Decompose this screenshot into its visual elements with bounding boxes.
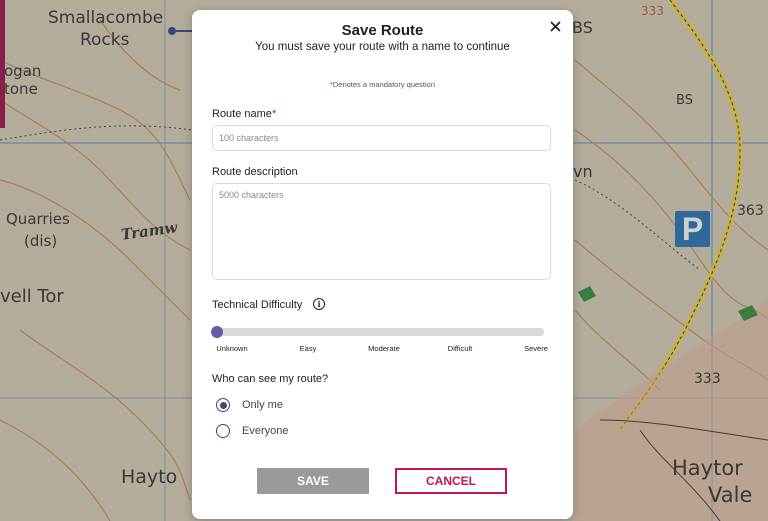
technical-difficulty-label: Technical Difficulty — [212, 299, 303, 311]
difficulty-level-easy[interactable]: Easy — [300, 344, 317, 353]
radio-only-me-button[interactable] — [216, 398, 230, 412]
radio-everyone-label: Everyone — [242, 425, 289, 437]
visibility-label: Who can see my route? — [212, 373, 329, 385]
mandatory-note: *Denotes a mandatory question — [192, 80, 573, 89]
save-route-dialog: Save Route You must save your route with… — [192, 10, 573, 519]
mandatory-note-text: Denotes a mandatory question — [332, 80, 436, 89]
radio-only-me-label: Only me — [242, 399, 283, 411]
difficulty-level-unknown[interactable]: Unknown — [216, 344, 247, 353]
route-name-label-text: Route name — [212, 108, 272, 120]
difficulty-level-difficult[interactable]: Difficult — [448, 344, 472, 353]
radio-everyone-button[interactable] — [216, 424, 230, 438]
required-mark: * — [271, 108, 277, 120]
difficulty-slider-thumb[interactable] — [211, 326, 223, 338]
difficulty-level-moderate[interactable]: Moderate — [368, 344, 400, 353]
save-button[interactable]: SAVE — [257, 468, 369, 494]
radio-selected-dot — [219, 401, 227, 409]
cancel-button[interactable]: CANCEL — [395, 468, 507, 494]
route-description-input[interactable] — [212, 183, 551, 280]
route-name-input[interactable] — [212, 125, 551, 151]
difficulty-level-severe[interactable]: Severe — [524, 344, 548, 353]
info-icon[interactable]: i — [313, 298, 325, 310]
dialog-subtitle: You must save your route with a name to … — [255, 41, 510, 53]
radio-everyone[interactable]: Everyone — [216, 424, 288, 438]
dialog-title: Save Route — [341, 22, 424, 39]
radio-only-me[interactable]: Only me — [216, 398, 283, 412]
difficulty-slider[interactable] — [211, 326, 544, 338]
route-description-label: Route description — [212, 166, 298, 178]
accent-strip — [0, 0, 5, 128]
route-name-label: Route name* — [212, 108, 276, 120]
